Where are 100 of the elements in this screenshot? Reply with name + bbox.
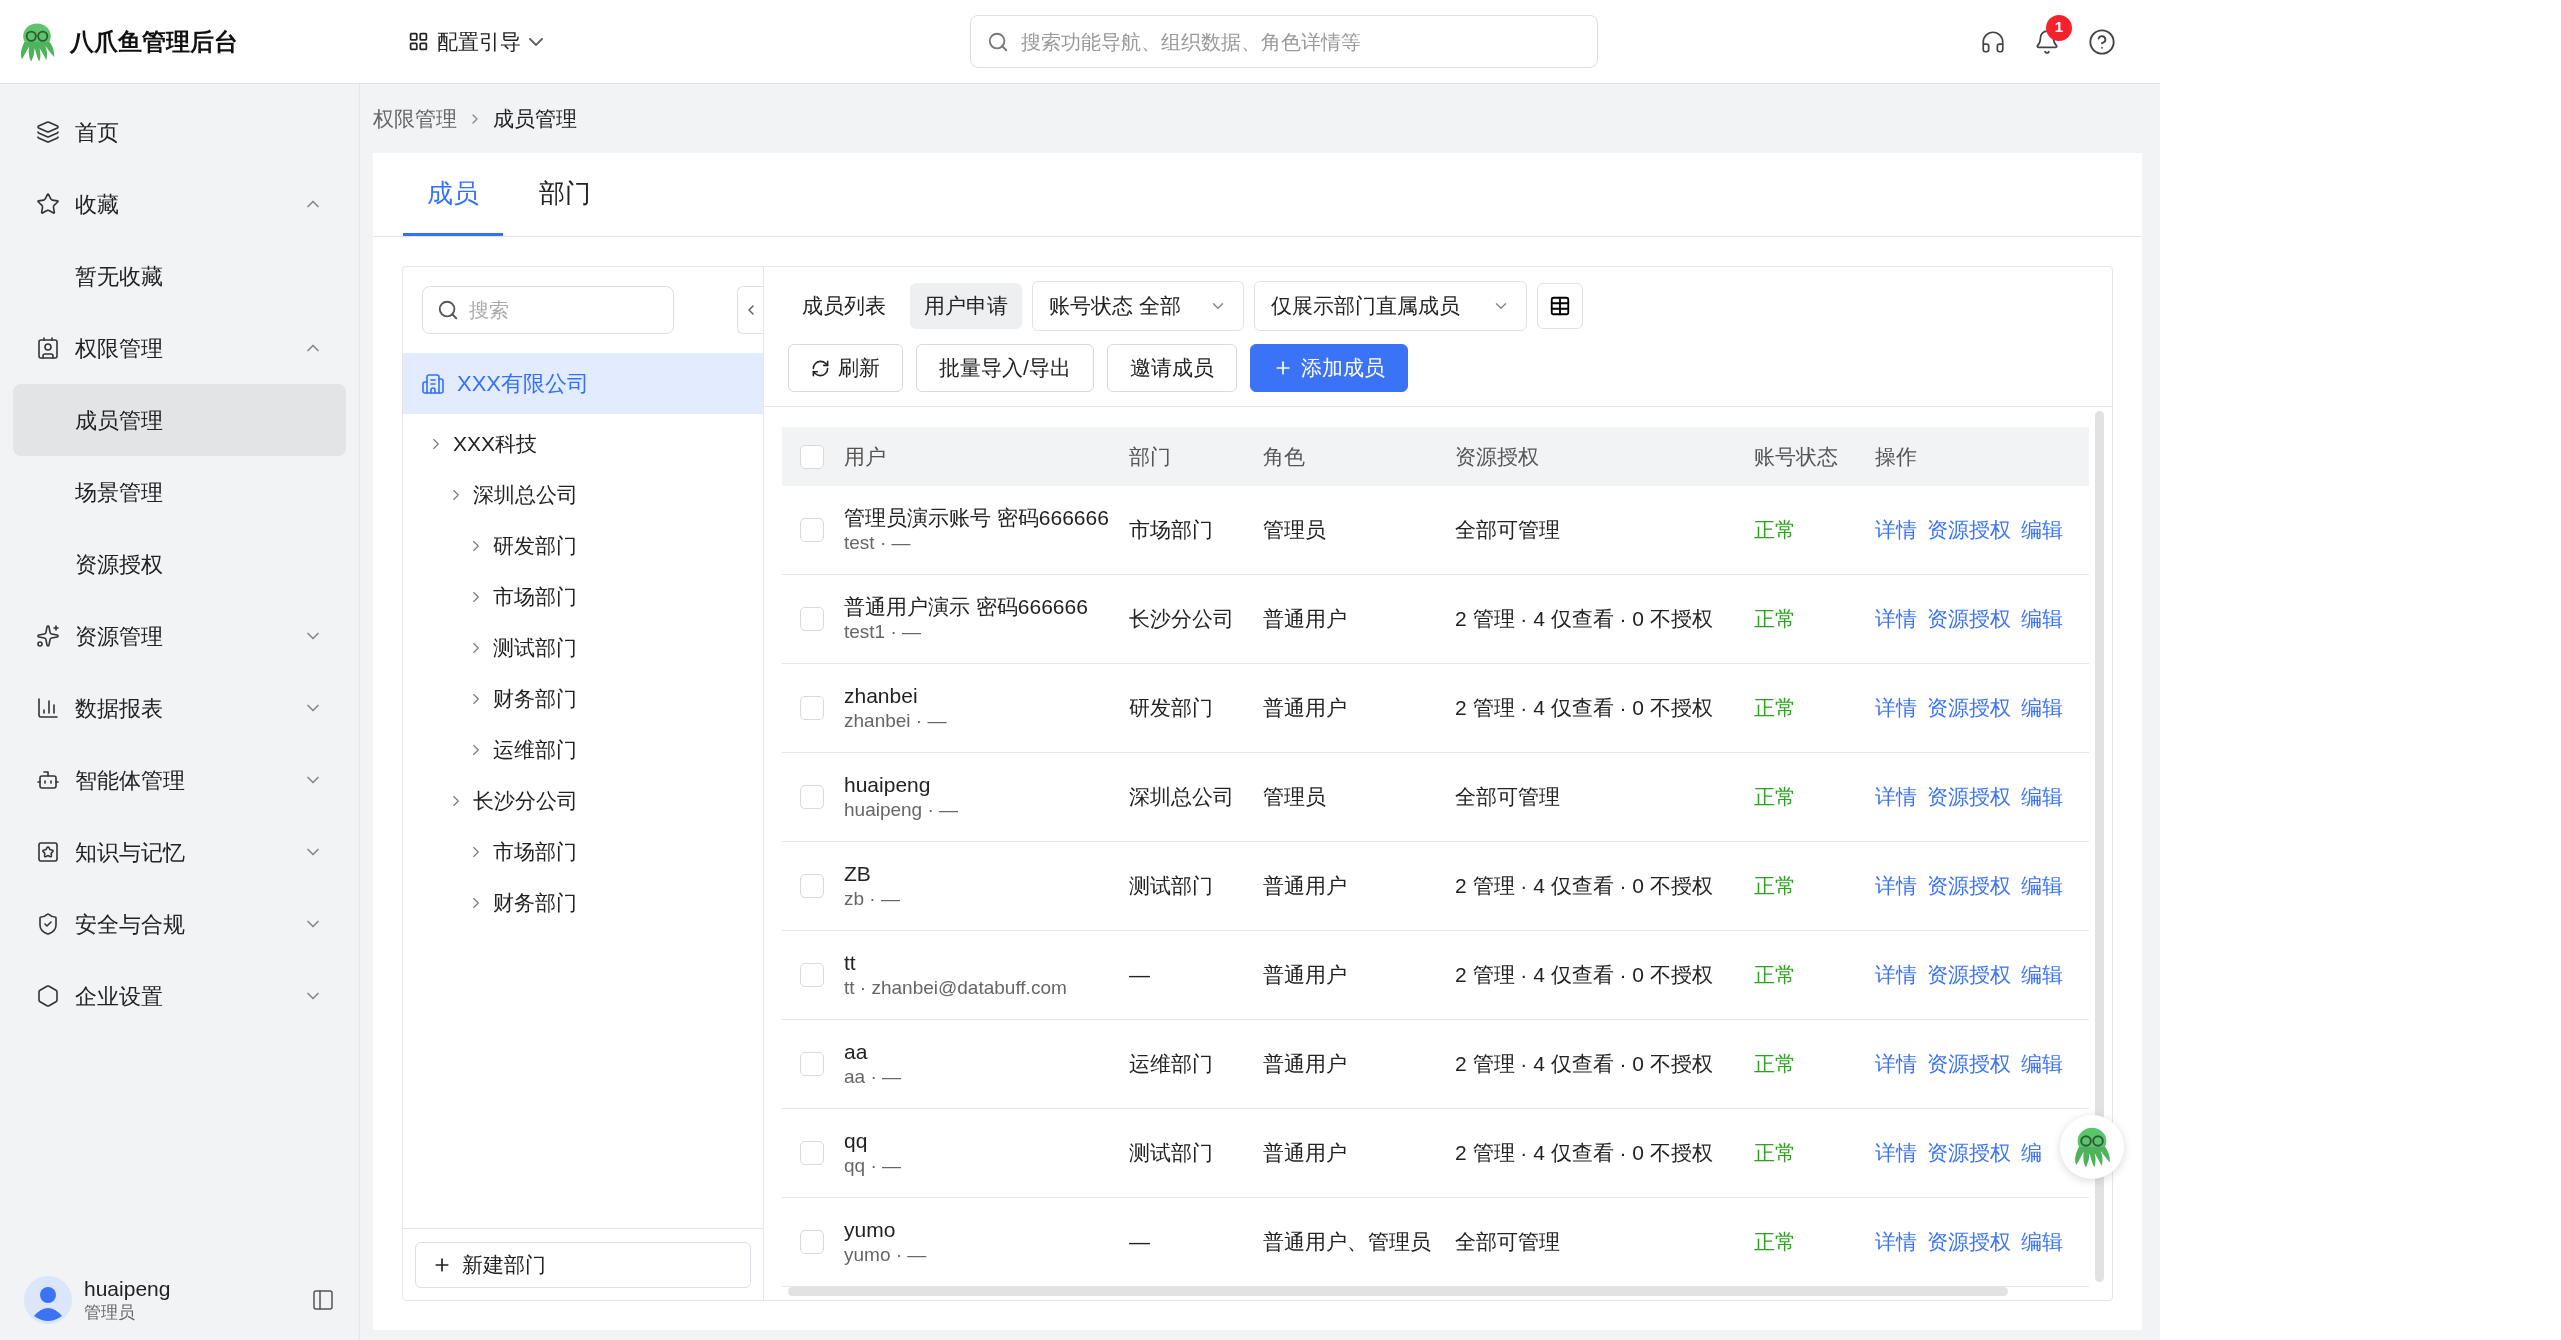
- row-checkbox[interactable]: [800, 963, 824, 987]
- user-name: zhanbei: [844, 683, 919, 709]
- resource-cell: 2 管理 · 4 仅查看 · 0 不授权: [1455, 1141, 1713, 1165]
- tree-item[interactable]: 市场部门: [493, 835, 577, 868]
- action-link[interactable]: 编辑: [2021, 1226, 2063, 1258]
- tree-item[interactable]: 财务部门: [493, 886, 577, 919]
- nav-item[interactable]: 资源管理: [13, 600, 346, 672]
- row-checkbox[interactable]: [800, 607, 824, 631]
- action-link[interactable]: 详情: [1875, 1048, 1917, 1080]
- tree-item[interactable]: 深圳总公司: [473, 478, 578, 511]
- breadcrumb-link[interactable]: 权限管理: [373, 102, 457, 135]
- row-checkbox[interactable]: [800, 1052, 824, 1076]
- tab[interactable]: 部门: [515, 153, 615, 236]
- action-link[interactable]: 资源授权: [1927, 603, 2011, 635]
- filter-dropdown[interactable]: 账号状态 全部: [1032, 281, 1244, 331]
- nav-subitem[interactable]: 暂无收藏: [13, 240, 346, 312]
- action-link[interactable]: 编辑: [2021, 514, 2063, 546]
- avatar-icon: [24, 1276, 72, 1324]
- tree-item[interactable]: 运维部门: [493, 733, 577, 766]
- toolbar-button[interactable]: 邀请成员: [1106, 344, 1237, 392]
- nav-item[interactable]: 首页: [13, 96, 346, 168]
- action-link[interactable]: 资源授权: [1927, 870, 2011, 902]
- user-detail: test1 · —: [844, 620, 923, 644]
- role-cell: 普通用户: [1263, 1141, 1347, 1165]
- nav-item[interactable]: 知识与记忆: [13, 816, 346, 888]
- tree-item[interactable]: 市场部门: [493, 580, 577, 613]
- tree-root-item[interactable]: XXX有限公司: [403, 353, 763, 414]
- role-cell: 普通用户: [1263, 607, 1347, 631]
- nav-subitem[interactable]: 场景管理: [13, 456, 346, 528]
- toolbar-button[interactable]: 添加成员: [1249, 344, 1408, 392]
- nav-item[interactable]: 数据报表: [13, 672, 346, 744]
- action-link[interactable]: 详情: [1875, 514, 1917, 546]
- tree-item[interactable]: 研发部门: [493, 529, 577, 562]
- row-checkbox[interactable]: [800, 1230, 824, 1254]
- action-link[interactable]: 编: [2021, 1137, 2042, 1169]
- vertical-scrollbar[interactable]: [2095, 411, 2104, 1282]
- action-link[interactable]: 资源授权: [1927, 1048, 2011, 1080]
- nav-subitem[interactable]: 资源授权: [13, 528, 346, 600]
- department-cell: 测试部门: [1129, 874, 1213, 898]
- action-link[interactable]: 详情: [1875, 870, 1917, 902]
- action-link[interactable]: 编辑: [2021, 870, 2063, 902]
- action-link[interactable]: 编辑: [2021, 781, 2063, 813]
- row-checkbox[interactable]: [800, 785, 824, 809]
- view-tab[interactable]: 成员列表: [788, 283, 900, 329]
- nav-item[interactable]: 安全与合规: [13, 888, 346, 960]
- action-link[interactable]: 详情: [1875, 1137, 1917, 1169]
- view-tab[interactable]: 用户申请: [910, 283, 1022, 329]
- action-link[interactable]: 资源授权: [1927, 692, 2011, 724]
- action-link[interactable]: 编辑: [2021, 959, 2063, 991]
- row-checkbox[interactable]: [800, 444, 824, 469]
- headset-icon[interactable]: [1980, 28, 2006, 55]
- row-checkbox[interactable]: [800, 696, 824, 720]
- column-header: 账号状态: [1754, 444, 1838, 468]
- resource-cell: 2 管理 · 4 仅查看 · 0 不授权: [1455, 696, 1713, 720]
- row-checkbox[interactable]: [800, 1141, 824, 1165]
- tree-search-field[interactable]: 搜索: [422, 286, 674, 334]
- nav-item[interactable]: 权限管理: [13, 312, 346, 384]
- role-cell: 普通用户: [1263, 1052, 1347, 1076]
- filter-dropdown[interactable]: 仅展示部门直属成员: [1254, 281, 1527, 331]
- toolbar-button[interactable]: 批量导入/导出: [916, 344, 1094, 392]
- tab[interactable]: 成员: [403, 153, 503, 236]
- help-icon[interactable]: [2088, 27, 2116, 56]
- action-link[interactable]: 资源授权: [1927, 1137, 2011, 1169]
- search-field[interactable]: 搜索功能导航、组织数据、角色详情等: [970, 15, 1598, 68]
- action-link[interactable]: 资源授权: [1927, 1226, 2011, 1258]
- user-detail: huaipeng · —: [844, 798, 960, 822]
- action-link[interactable]: 详情: [1875, 692, 1917, 724]
- action-link[interactable]: 详情: [1875, 959, 1917, 991]
- search-input[interactable]: 搜索功能导航、组织数据、角色详情等: [1021, 26, 1581, 57]
- status-cell: 正常: [1754, 963, 1796, 987]
- action-link[interactable]: 详情: [1875, 781, 1917, 813]
- nav-subitem[interactable]: 成员管理: [13, 384, 346, 456]
- action-link[interactable]: 编辑: [2021, 603, 2063, 635]
- nav-item[interactable]: 智能体管理: [13, 744, 346, 816]
- action-link[interactable]: 详情: [1875, 1226, 1917, 1258]
- action-link[interactable]: 编辑: [2021, 1048, 2063, 1080]
- action-link[interactable]: 详情: [1875, 603, 1917, 635]
- nav-item[interactable]: 企业设置: [13, 960, 346, 1032]
- action-link[interactable]: 编辑: [2021, 692, 2063, 724]
- new-department-button[interactable]: 新建部门: [415, 1241, 751, 1288]
- action-link[interactable]: 资源授权: [1927, 514, 2011, 546]
- row-checkbox[interactable]: [800, 518, 824, 542]
- column-settings-button[interactable]: [1537, 283, 1583, 329]
- action-link[interactable]: 资源授权: [1927, 781, 2011, 813]
- toolbar-button[interactable]: 刷新: [788, 344, 903, 392]
- action-link[interactable]: 资源授权: [1927, 959, 2011, 991]
- tree-search-input[interactable]: 搜索: [469, 295, 649, 325]
- tree-item[interactable]: XXX科技: [453, 427, 538, 460]
- tree-item[interactable]: 测试部门: [493, 631, 577, 664]
- guide-menu[interactable]: 配置引导: [408, 25, 543, 58]
- user-name: tt: [844, 950, 857, 976]
- column-header: 角色: [1263, 444, 1305, 468]
- sidebar-toggle-icon[interactable]: [311, 1288, 335, 1312]
- nav-item[interactable]: 收藏: [13, 168, 346, 240]
- tree-item[interactable]: 财务部门: [493, 682, 577, 715]
- row-checkbox[interactable]: [800, 874, 824, 898]
- horizontal-scrollbar[interactable]: [788, 1287, 2008, 1296]
- nav-icon: [36, 624, 60, 648]
- collapse-button[interactable]: [737, 286, 763, 334]
- tree-item[interactable]: 长沙分公司: [473, 784, 578, 817]
